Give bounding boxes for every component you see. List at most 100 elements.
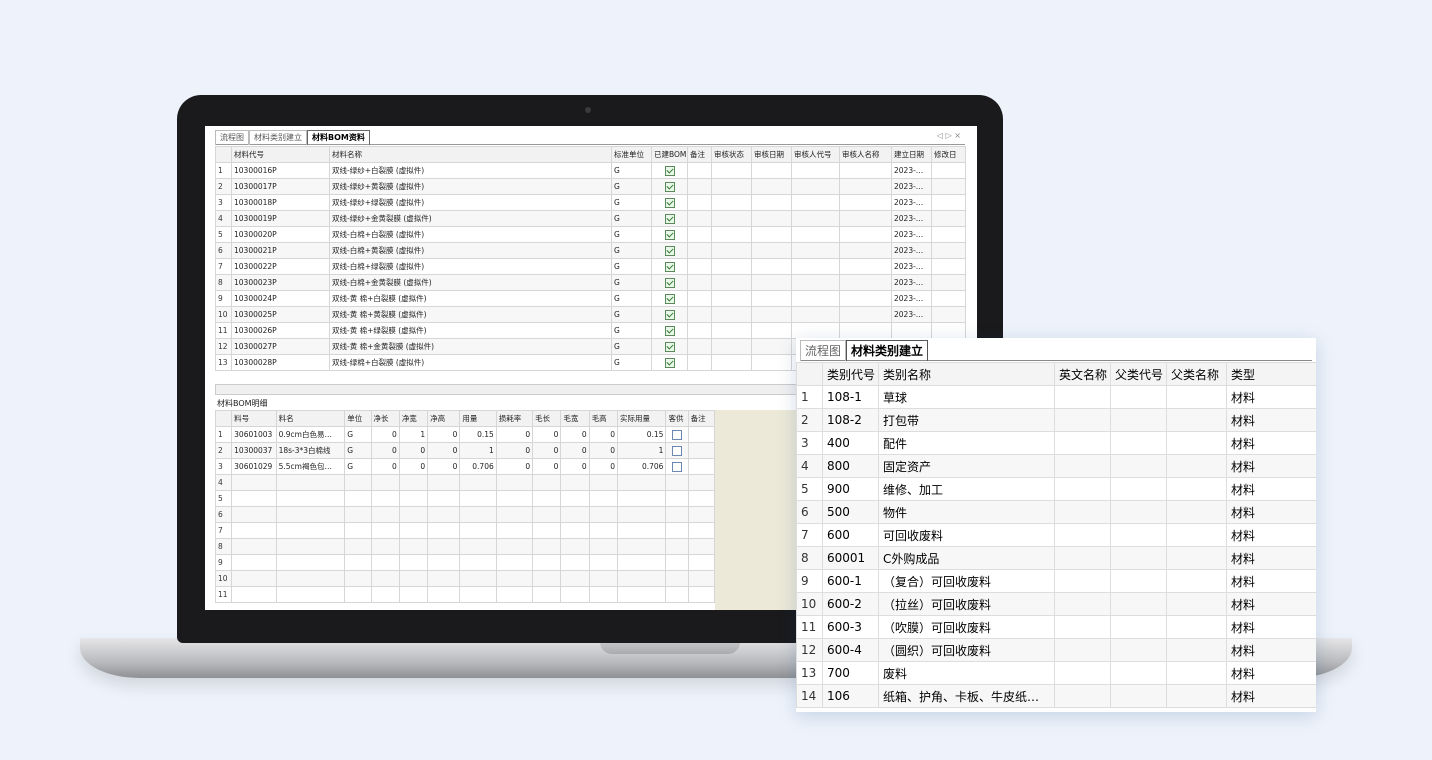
parent-name-cell[interactable] [1166, 569, 1227, 593]
english-name-cell[interactable] [1054, 684, 1111, 708]
empty-cell[interactable] [495, 570, 534, 587]
bom-built-cell[interactable] [651, 354, 688, 371]
parent-name-cell[interactable] [1166, 684, 1227, 708]
english-name-cell[interactable] [1054, 431, 1111, 455]
parent-code-cell[interactable] [1110, 477, 1167, 501]
empty-cell[interactable] [532, 538, 562, 555]
empty-cell[interactable] [275, 538, 346, 555]
bom-column-header[interactable]: 审核人代号 [791, 146, 840, 163]
empty-cell[interactable] [711, 290, 752, 307]
empty-cell[interactable] [231, 490, 277, 507]
category-code-cell[interactable]: 500 [822, 500, 879, 524]
empty-cell[interactable] [560, 490, 590, 507]
empty-cell[interactable] [588, 570, 618, 587]
empty-cell[interactable] [931, 258, 966, 275]
parent-code-cell[interactable] [1110, 592, 1167, 616]
category-code-cell[interactable]: 108-1 [822, 385, 879, 409]
category-table-row[interactable]: 11 600-3 （吹膜）可回收废料 材料 [796, 615, 1316, 639]
unit-cell[interactable]: G [344, 426, 372, 443]
numeric-cell[interactable]: 0 [427, 442, 461, 459]
detail-table-row[interactable]: 3 30601029 5.5cm褐色包… G 0 0 0 0.706 0 0 0 0 0.706 [214, 458, 716, 475]
bom-column-header[interactable]: 材料名称 [329, 146, 612, 163]
empty-cell[interactable] [427, 538, 461, 555]
material-name-cell[interactable]: 双线-绿纱+白裂膜 (虚拟件) [329, 162, 612, 179]
empty-cell[interactable] [687, 474, 716, 491]
empty-cell[interactable] [231, 554, 277, 571]
empty-cell[interactable] [687, 306, 712, 323]
popup-tab-flowchart[interactable]: 流程图 [800, 340, 847, 361]
empty-cell[interactable] [791, 194, 840, 211]
empty-cell[interactable] [791, 210, 840, 227]
create-date-cell[interactable]: 2023-… [891, 258, 932, 275]
empty-cell[interactable] [751, 306, 792, 323]
type-cell[interactable]: 材料 [1226, 523, 1316, 547]
numeric-cell[interactable]: 0 [495, 442, 534, 459]
empty-cell[interactable] [427, 522, 461, 539]
empty-cell[interactable] [751, 354, 792, 371]
type-cell[interactable]: 材料 [1226, 569, 1316, 593]
empty-cell[interactable] [398, 570, 429, 587]
create-date-cell[interactable]: 2023-… [891, 194, 932, 211]
empty-cell[interactable] [275, 522, 346, 539]
bom-column-header[interactable]: 建立日期 [891, 146, 932, 163]
parent-code-cell[interactable] [1110, 523, 1167, 547]
empty-cell[interactable] [687, 538, 716, 555]
bom-built-cell[interactable] [651, 226, 688, 243]
empty-cell[interactable] [588, 474, 618, 491]
empty-cell[interactable] [398, 506, 429, 523]
category-table-row[interactable]: 2 108-2 打包带 材料 [796, 408, 1316, 432]
empty-cell[interactable] [344, 506, 372, 523]
empty-cell[interactable] [687, 242, 712, 259]
create-date-cell[interactable]: 2023-… [891, 210, 932, 227]
part-code-cell[interactable]: 30601003 [231, 426, 277, 443]
category-code-cell[interactable]: 800 [822, 454, 879, 478]
category-table-row[interactable]: 14 106 纸箱、护角、卡板、牛皮纸… 材料 [796, 684, 1316, 708]
english-name-cell[interactable] [1054, 661, 1111, 685]
empty-cell[interactable] [344, 554, 372, 571]
empty-cell[interactable] [711, 226, 752, 243]
category-name-cell[interactable]: 物件 [878, 500, 1055, 524]
parent-code-cell[interactable] [1110, 454, 1167, 478]
numeric-cell[interactable]: 0 [427, 458, 461, 475]
unit-cell[interactable]: G [611, 178, 652, 195]
empty-cell[interactable] [616, 570, 667, 587]
type-cell[interactable]: 材料 [1226, 638, 1316, 662]
detail-column-header[interactable]: 毛宽 [560, 410, 590, 427]
bom-built-cell[interactable] [651, 338, 688, 355]
tab-nav-controls[interactable]: ◁ ▷ × [937, 131, 961, 140]
parent-name-cell[interactable] [1166, 546, 1227, 570]
parent-name-cell[interactable] [1166, 592, 1227, 616]
empty-cell[interactable] [687, 554, 716, 571]
empty-cell[interactable] [459, 554, 497, 571]
part-name-cell[interactable]: 18s-3*3白棉线 [275, 442, 346, 459]
numeric-cell[interactable]: 0.706 [459, 458, 497, 475]
numeric-cell[interactable]: 0 [532, 442, 562, 459]
empty-cell[interactable] [231, 522, 277, 539]
empty-cell[interactable] [687, 338, 712, 355]
empty-cell[interactable] [839, 258, 892, 275]
detail-column-header[interactable]: 用量 [459, 410, 497, 427]
category-name-cell[interactable]: 废料 [878, 661, 1055, 685]
empty-cell[interactable] [791, 178, 840, 195]
parent-code-cell[interactable] [1110, 661, 1167, 685]
empty-cell[interactable] [370, 474, 400, 491]
empty-cell[interactable] [370, 538, 400, 555]
part-code-cell[interactable]: 10300037 [231, 442, 277, 459]
empty-cell[interactable] [751, 274, 792, 291]
empty-cell[interactable] [839, 290, 892, 307]
remark-cell[interactable] [687, 442, 716, 459]
english-name-cell[interactable] [1054, 477, 1111, 501]
numeric-cell[interactable]: 0 [560, 442, 590, 459]
bom-column-header[interactable]: 审核日期 [751, 146, 792, 163]
empty-cell[interactable] [231, 474, 277, 491]
empty-cell[interactable] [560, 570, 590, 587]
empty-cell[interactable] [839, 322, 892, 339]
category-name-cell[interactable]: （拉丝）可回收废料 [878, 592, 1055, 616]
empty-cell[interactable] [711, 306, 752, 323]
create-date-cell[interactable]: 2023-… [891, 242, 932, 259]
empty-cell[interactable] [751, 290, 792, 307]
empty-cell[interactable] [427, 570, 461, 587]
detail-column-header[interactable]: 净长 [370, 410, 400, 427]
empty-cell[interactable] [687, 194, 712, 211]
parent-name-cell[interactable] [1166, 638, 1227, 662]
